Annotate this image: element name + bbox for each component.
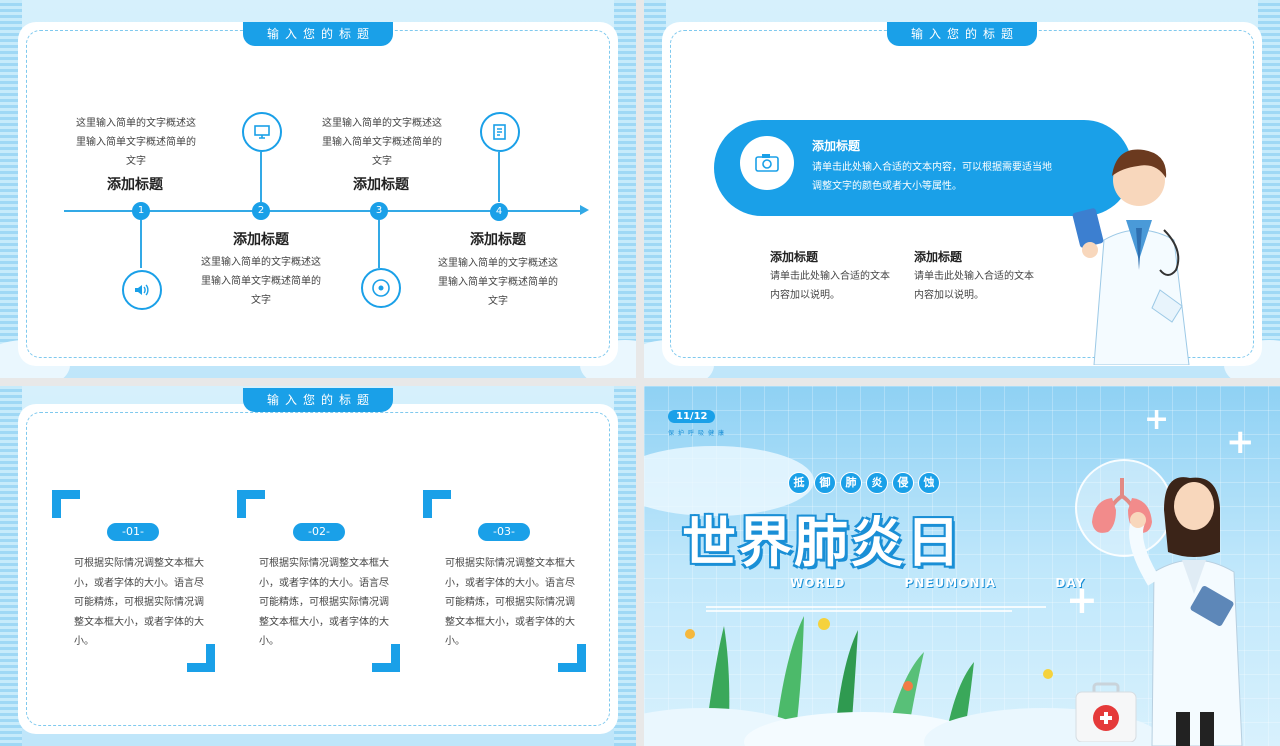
female-doctor-illustration — [1129, 477, 1243, 746]
timeline-head-2: 添加标题 — [233, 232, 289, 248]
slogan-char: 蚀 — [918, 472, 940, 494]
corner-bracket — [372, 644, 400, 672]
column-number-2: -02- — [293, 523, 345, 541]
timeline-head-1: 添加标题 — [107, 177, 163, 193]
stem — [260, 152, 262, 202]
column-number-1: -01- — [107, 523, 159, 541]
sub-heading-2: 添加标题 — [914, 250, 963, 264]
column-text-3: 可根据实际情况调整文本框大小，或者字体的大小。语言尽可能精炼，可根据实际情况调整… — [445, 558, 575, 647]
tiny-subtitle: 保护呼吸健康 — [668, 430, 729, 437]
slide-three-columns[interactable]: 输入您的标题 -01- 可根据实际情况调整文本框大小，或者字体的大小。语言尽可能… — [0, 386, 636, 746]
sub-text-1: 请单击此处输入合适的文本内容加以说明。 — [770, 271, 890, 301]
slide-title-pill[interactable]: 输入您的标题 — [886, 22, 1038, 46]
speaker-icon — [122, 270, 162, 310]
timeline-text-4: 这里输入简单的文字概述这里输入简单文字概述简单的文字 — [438, 258, 558, 307]
corner-bracket — [187, 644, 215, 672]
plus-icon: + — [1144, 402, 1170, 437]
camera-icon — [740, 136, 794, 190]
stem — [140, 220, 142, 268]
slide-title-pill[interactable]: 输入您的标题 — [242, 22, 394, 46]
column-text-1: 可根据实际情况调整文本框大小，或者字体的大小。语言尽可能精炼，可根据实际情况调整… — [74, 558, 204, 647]
banner-text: 请单击此处输入合适的文本内容，可以根据需要适当地调整文字的颜色或者大小等属性。 — [812, 162, 1052, 192]
slide-doctor-intro[interactable]: 输入您的标题 添加标题 请单击此处输入合适的文本内容，可以根据需要适当地调整文字… — [644, 0, 1280, 378]
slogan-char: 肺 — [840, 472, 862, 494]
content-card — [18, 22, 618, 366]
stem — [498, 152, 500, 202]
timeline-head-4: 添加标题 — [470, 232, 526, 248]
slogan-char: 炎 — [866, 472, 888, 494]
cover-title: 世界肺炎日 — [682, 511, 962, 574]
corner-bracket — [52, 490, 80, 518]
disc-icon — [361, 268, 401, 308]
slide-cover[interactable]: 11/12 保护呼吸健康 抵 御 肺 炎 侵 蚀 世界肺炎日 WORLD PNE… — [644, 386, 1280, 746]
sub-heading-1: 添加标题 — [770, 250, 819, 264]
column-number-3: -03- — [478, 523, 530, 541]
date-badge: 11/12 — [668, 410, 716, 423]
timeline-node-4: 4 — [490, 203, 508, 221]
slide-timeline[interactable]: 输入您的标题 这里输入简单的文字概述这里输入简单文字概述简单的文字 添加标题 1… — [0, 0, 636, 378]
slide-title-pill[interactable]: 输入您的标题 — [242, 388, 394, 412]
sub-text-2: 请单击此处输入合适的文本内容加以说明。 — [914, 271, 1034, 301]
timeline-node-3: 3 — [370, 202, 388, 220]
timeline-arrow — [580, 205, 589, 215]
timeline-text-1: 这里输入简单的文字概述这里输入简单文字概述简单的文字 — [76, 118, 196, 167]
corner-bracket — [558, 644, 586, 672]
monitor-icon — [242, 112, 282, 152]
cover-english-title: WORLD PNEUMONIA DAY — [790, 576, 1086, 590]
corner-bracket — [423, 490, 451, 518]
plus-icon: + — [1226, 422, 1255, 462]
stem — [378, 220, 380, 268]
timeline-node-1: 1 — [132, 202, 150, 220]
slogan-char: 抵 — [788, 472, 810, 494]
slogan-char: 御 — [814, 472, 836, 494]
timeline-head-3: 添加标题 — [353, 177, 409, 193]
slogan-char: 侵 — [892, 472, 914, 494]
slogan-row: 抵 御 肺 炎 侵 蚀 — [788, 472, 940, 494]
notebook-icon — [480, 112, 520, 152]
timeline-text-3: 这里输入简单的文字概述这里输入简单文字概述简单的文字 — [322, 118, 442, 167]
column-text-2: 可根据实际情况调整文本框大小，或者字体的大小。语言尽可能精炼，可根据实际情况调整… — [259, 558, 389, 647]
doctor-illustration — [1072, 149, 1190, 365]
timeline-text-2: 这里输入简单的文字概述这里输入简单文字概述简单的文字 — [201, 257, 321, 306]
banner-heading: 添加标题 — [812, 139, 861, 153]
corner-bracket — [237, 490, 265, 518]
timeline-node-2: 2 — [252, 202, 270, 220]
